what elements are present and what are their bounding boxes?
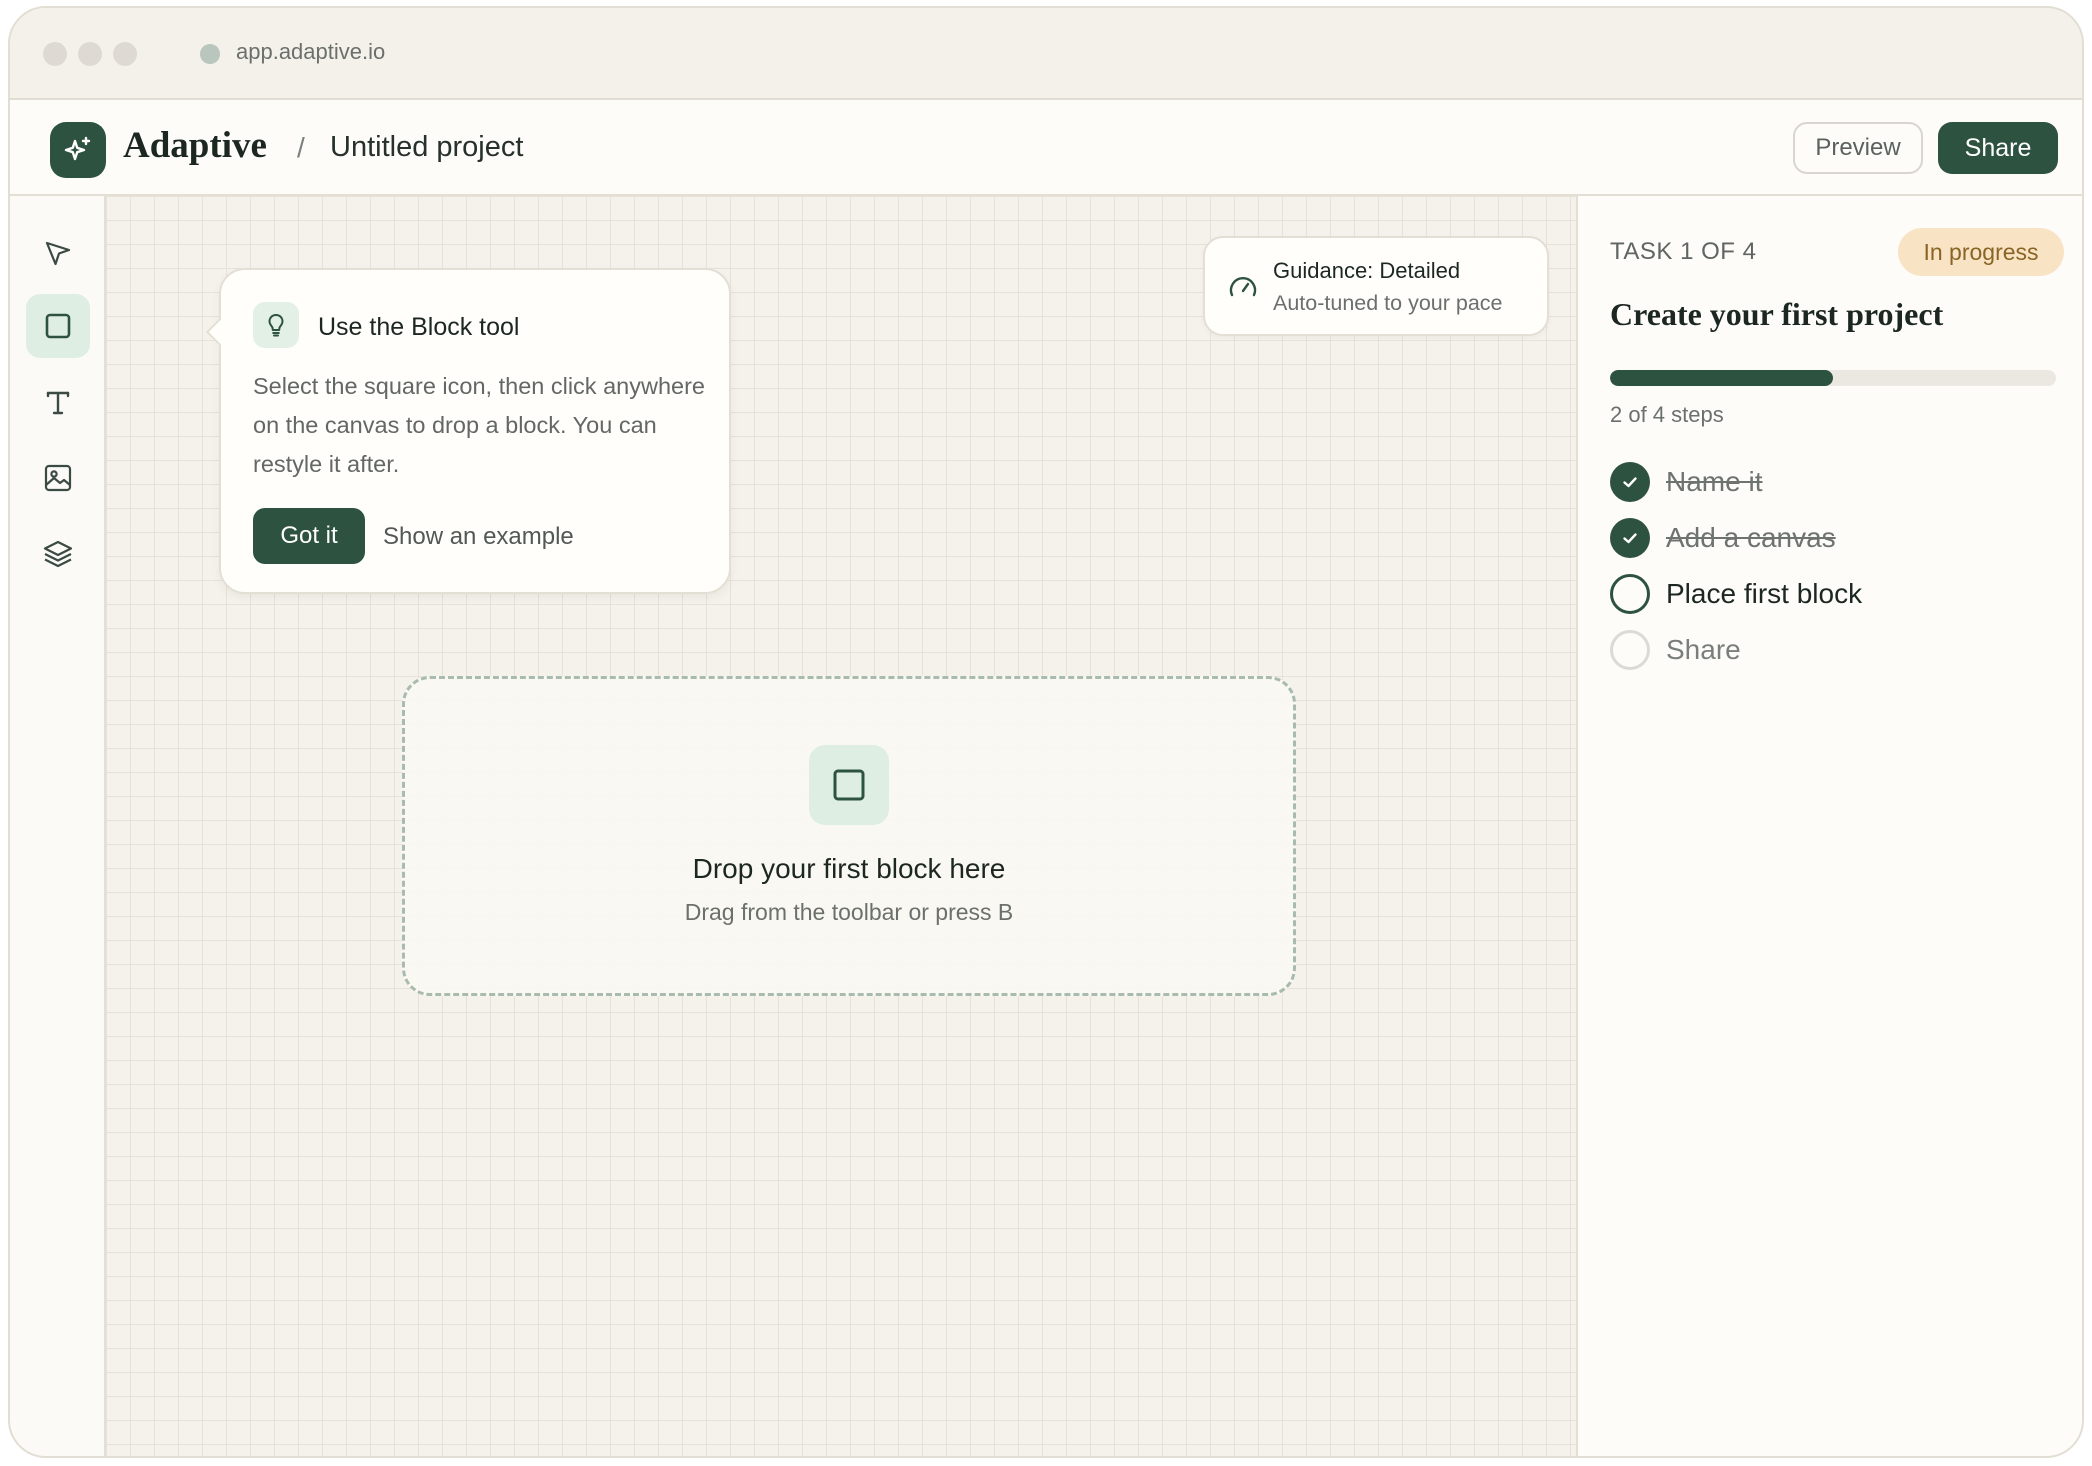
- app-logo[interactable]: [50, 122, 106, 178]
- empty-circle-icon: [1610, 630, 1650, 670]
- square-icon: [809, 745, 889, 825]
- select-tool[interactable]: [26, 222, 90, 286]
- cursor-arrow-icon: [45, 241, 71, 266]
- project-name[interactable]: Untitled project: [330, 131, 523, 164]
- site-status-icon: [200, 44, 220, 64]
- step-label: Share: [1666, 634, 1741, 665]
- block-drop-zone[interactable]: Drop your first block here Drag from the…: [402, 676, 1296, 996]
- show-example-link[interactable]: Show an example: [383, 523, 574, 551]
- preview-button[interactable]: Preview: [1793, 122, 1923, 174]
- window-minimize-dot[interactable]: [78, 42, 102, 66]
- window-close-dot[interactable]: [43, 42, 67, 66]
- step-name-it[interactable]: Name it: [1610, 462, 1762, 502]
- square-icon: [45, 313, 71, 339]
- text-tool[interactable]: [26, 370, 90, 434]
- task-progress-bar: [1610, 370, 2056, 386]
- tooltip-title: Use the Block tool: [318, 313, 520, 341]
- breadcrumb-separator: /: [297, 132, 305, 163]
- check-icon: [1610, 462, 1650, 502]
- layers-icon: [43, 540, 73, 568]
- step-share[interactable]: Share: [1610, 630, 1741, 670]
- image-icon: [44, 464, 72, 492]
- brand-name: Adaptive: [123, 125, 267, 166]
- task-panel: TASK 1 OF 4 In progress Create your firs…: [1576, 196, 2082, 1456]
- sparkle-icon: [64, 136, 91, 161]
- task-title: Create your first project: [1610, 296, 1944, 332]
- check-icon: [1610, 518, 1650, 558]
- browser-window: app.adaptive.io Adaptive / Untitled proj…: [8, 6, 2084, 1458]
- app-header: Adaptive / Untitled project Preview Shar…: [10, 100, 2082, 196]
- drop-zone-title: Drop your first block here: [692, 853, 1006, 884]
- tooltip-body: Select the square icon, then click anywh…: [253, 373, 705, 477]
- step-label: Add a canvas: [1666, 522, 1836, 553]
- drop-zone-subtitle: Drag from the toolbar or press B: [684, 899, 1014, 925]
- current-step-circle-icon: [1610, 574, 1650, 614]
- guidance-subtitle: Auto-tuned to your pace: [1273, 291, 1503, 315]
- step-label: Place first block: [1666, 578, 1863, 609]
- got-it-button[interactable]: Got it: [253, 508, 365, 564]
- step-place-first-block[interactable]: Place first block: [1610, 574, 1862, 614]
- design-canvas[interactable]: Use the Block tool Select the square ico…: [106, 196, 1576, 1456]
- image-tool[interactable]: [26, 446, 90, 510]
- tool-rail: [10, 196, 106, 1456]
- steps-count: 2 of 4 steps: [1610, 402, 1724, 427]
- task-progress-fill: [1610, 370, 1833, 386]
- text-icon: [46, 391, 70, 415]
- lightbulb-icon: [253, 302, 299, 348]
- share-button[interactable]: Share: [1938, 122, 2058, 174]
- layers-tool[interactable]: [26, 522, 90, 586]
- window-maximize-dot[interactable]: [113, 42, 137, 66]
- block-tool[interactable]: [26, 294, 90, 358]
- step-label: Name it: [1666, 466, 1763, 497]
- onboarding-tooltip: Use the Block tool Select the square ico…: [205, 268, 731, 594]
- browser-chrome: app.adaptive.io: [10, 8, 2082, 100]
- gauge-icon: [1229, 277, 1257, 297]
- guidance-card[interactable]: Guidance: Detailed Auto-tuned to your pa…: [1203, 236, 1549, 336]
- tooltip-pointer: [205, 317, 235, 347]
- guidance-title: Guidance: Detailed: [1273, 258, 1461, 283]
- status-badge: In progress: [1898, 228, 2064, 276]
- address-bar-url[interactable]: app.adaptive.io: [236, 39, 385, 65]
- step-add-a-canvas[interactable]: Add a canvas: [1610, 518, 1836, 558]
- task-counter: TASK 1 OF 4: [1610, 238, 1757, 265]
